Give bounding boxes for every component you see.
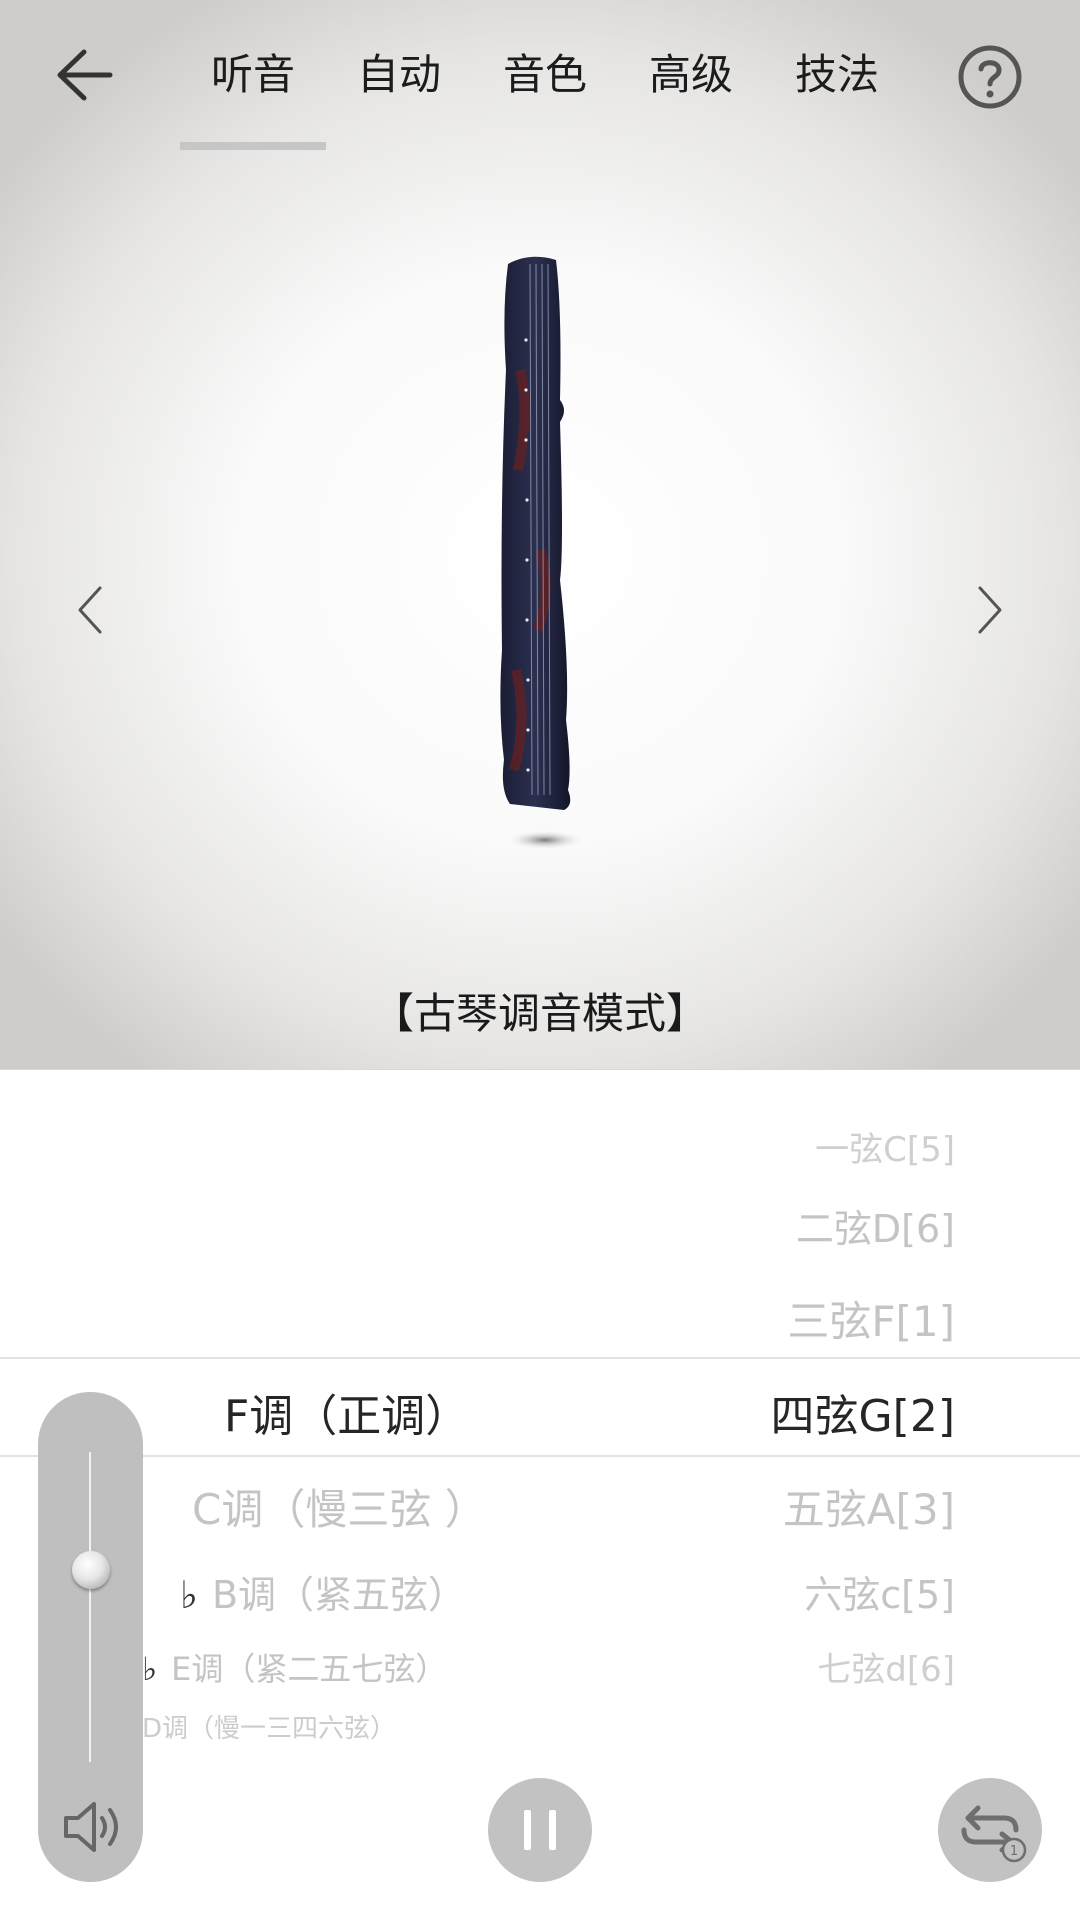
repeat-one-icon: 1: [961, 1805, 1027, 1863]
string-item[interactable]: 一弦C[5]: [815, 1122, 955, 1171]
chevron-left-icon: [78, 586, 102, 634]
volume-control: [38, 1392, 143, 1882]
back-arrow-icon: [57, 49, 113, 101]
mode-tabs: 听音 自动 音色 高级 技法: [180, 40, 900, 150]
volume-button[interactable]: [58, 1792, 128, 1862]
tab-listen[interactable]: 听音: [180, 40, 326, 110]
pause-button[interactable]: [488, 1778, 592, 1882]
key-item-selected[interactable]: F调（正调）: [224, 1380, 469, 1444]
string-item[interactable]: 三弦F[1]: [787, 1288, 955, 1349]
tuning-picker[interactable]: 一弦C[5] 二弦D[6] 三弦F[1] 四弦G[2] 五弦A[3] 六弦c[5…: [0, 1070, 1080, 1770]
key-item[interactable]: ♭ B调（紧五弦）: [180, 1564, 466, 1619]
active-tab-indicator: [180, 142, 326, 150]
key-item[interactable]: C调（慢三弦 ）: [192, 1476, 487, 1537]
key-item[interactable]: D调（慢一三四六弦）: [142, 1708, 396, 1745]
speaker-icon: [64, 1802, 118, 1852]
tab-advanced[interactable]: 高级: [618, 40, 764, 110]
key-item[interactable]: ♭ E调（紧二五七弦）: [142, 1644, 447, 1690]
selection-top-line: [0, 1357, 1080, 1359]
pause-icon: [524, 1810, 556, 1850]
string-item-selected[interactable]: 四弦G[2]: [771, 1380, 955, 1444]
selection-bottom-line: [0, 1455, 1080, 1457]
string-item[interactable]: 五弦A[3]: [783, 1476, 955, 1537]
guqin-image: [490, 250, 590, 870]
repeat-one-button[interactable]: 1: [938, 1778, 1042, 1882]
string-item[interactable]: 二弦D[6]: [796, 1198, 955, 1253]
svg-text:1: 1: [1010, 1844, 1018, 1859]
string-item[interactable]: 六弦c[5]: [804, 1564, 955, 1619]
next-instrument-button[interactable]: [970, 580, 1010, 640]
back-button[interactable]: [50, 40, 130, 110]
volume-slider-knob[interactable]: [72, 1550, 110, 1589]
help-button[interactable]: [955, 42, 1025, 112]
help-circle-icon: [958, 45, 1022, 109]
instrument-stage: 听音 自动 音色 高级 技法 【古琴调音模式】: [0, 0, 1080, 1070]
tab-technique[interactable]: 技法: [764, 40, 910, 110]
previous-instrument-button[interactable]: [70, 580, 110, 640]
string-item[interactable]: 七弦d[6]: [817, 1642, 955, 1691]
tab-timbre[interactable]: 音色: [472, 40, 618, 110]
chevron-right-icon: [978, 586, 1002, 634]
volume-slider-track[interactable]: [89, 1452, 91, 1762]
tab-auto[interactable]: 自动: [326, 40, 472, 110]
mode-title: 【古琴调音模式】: [371, 989, 708, 1038]
